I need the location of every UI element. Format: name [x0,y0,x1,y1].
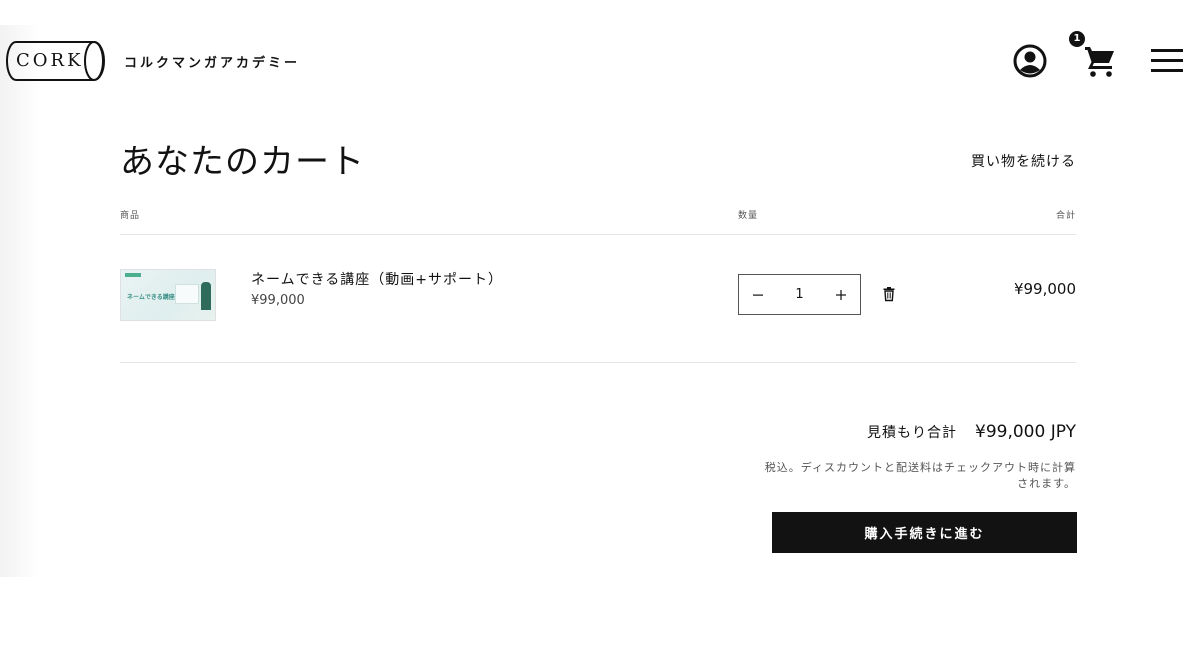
cart-count-badge: 1 [1069,31,1085,47]
thumbnail-board [175,284,199,304]
menu-icon[interactable] [1150,47,1184,75]
page-title: あなたのカート [120,142,365,182]
estimated-total: 見積もり合計 ¥99,000 JPY [867,422,1076,442]
account-icon[interactable] [1012,43,1048,79]
line-item-total: ¥99,000 [1013,280,1076,298]
left-edge-shade [0,25,40,577]
increase-quantity-button[interactable] [822,275,861,314]
estimated-total-value: ¥99,000 JPY [975,422,1076,442]
plus-icon [835,289,846,300]
site-name: コルクマンガアカデミー [124,55,301,71]
divider [120,234,1076,235]
product-thumbnail[interactable]: ネームできる講座 [120,269,216,321]
decrease-quantity-button[interactable] [739,275,778,314]
site-logo-link[interactable]: CORK コルクマンガアカデミー [6,40,300,82]
column-header-quantity: 数量 [738,211,759,221]
logo-text: CORK [16,50,84,71]
product-unit-price: ¥99,000 [251,293,305,308]
remove-item-button[interactable] [880,285,898,303]
tax-shipping-note: 税込。ディスカウントと配送料はチェックアウト時に計算されます。 [764,461,1076,490]
trash-icon [883,287,895,302]
logo-badge: CORK [6,40,106,82]
divider [120,362,1076,363]
cart-page: CORK コルクマンガアカデミー 1 あなたのカート 買い物を続ける 商品 数量… [0,0,1200,650]
thumbnail-caption: ネームできる講座 [127,294,175,301]
estimated-total-label: 見積もり合計 [867,425,958,441]
column-header-product: 商品 [120,211,141,221]
thumbnail-tag [125,273,141,277]
continue-shopping-link[interactable]: 買い物を続ける [971,151,1076,171]
checkout-button[interactable]: 購入手続きに進む [772,512,1077,553]
cart-icon[interactable] [1082,43,1118,79]
minus-icon [753,294,764,296]
thumbnail-figure [201,282,211,310]
product-name-link[interactable]: ネームできる講座（動画+サポート） [251,269,503,289]
quantity-stepper [738,274,861,315]
quantity-input[interactable] [777,286,822,303]
column-header-total: 合計 [1055,211,1076,221]
